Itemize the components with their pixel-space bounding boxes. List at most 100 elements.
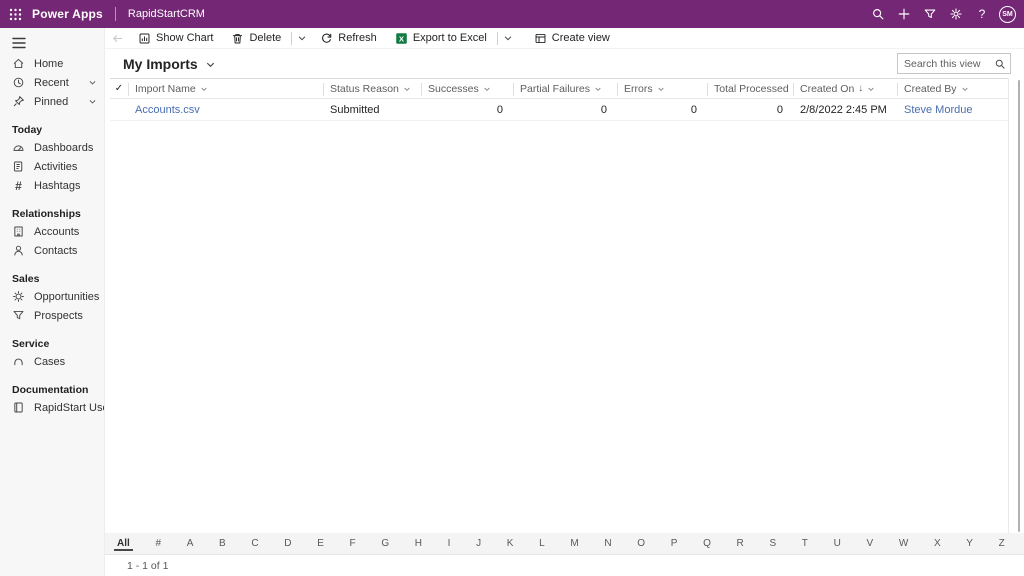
search-input[interactable] [898,55,988,72]
scrollbar-thumb[interactable] [1018,80,1020,532]
jump-letter[interactable]: A [184,537,197,550]
column-header-created-on[interactable]: Created On ↓ [793,79,897,98]
table-row[interactable]: Accounts.csv Submitted 0 0 0 0 2/8/2022 … [110,99,1008,121]
waffle-icon[interactable] [0,0,30,28]
vertical-scrollbar[interactable] [1008,78,1024,560]
command-bar: Show Chart Delete Refresh X Export to Ex… [105,28,1024,49]
column-header-status-reason[interactable]: Status Reason [323,79,421,98]
delete-more-chevron-icon[interactable] [293,28,311,49]
jump-letter[interactable]: L [536,537,548,550]
jump-letter[interactable]: W [896,537,911,550]
cell-import-name[interactable]: Accounts.csv [128,99,323,120]
column-label: Created On [800,83,854,95]
create-view-button[interactable]: Create view [525,28,619,49]
jump-letter[interactable]: M [567,537,581,550]
sidebar-section-relationships: Relationships [0,205,104,222]
sidebar-section-service: Service [0,335,104,352]
back-arrow-icon[interactable] [105,32,129,45]
sidebar-item-label: Cases [34,356,65,368]
jump-letter[interactable]: S [766,537,779,550]
row-checkbox[interactable] [110,99,128,120]
sidebar-item-contacts[interactable]: Contacts [0,241,104,260]
jump-letter[interactable]: Q [700,537,714,550]
cell-status-reason: Submitted [323,99,421,120]
add-icon[interactable] [891,0,917,28]
column-label: Total Processed [714,83,789,95]
refresh-button[interactable]: Refresh [311,28,386,49]
jump-letter[interactable]: V [863,537,876,550]
sidebar-item-rapidstart-user[interactable]: RapidStart User [0,398,104,417]
avatar[interactable]: SM [999,6,1016,23]
settings-gear-icon[interactable] [943,0,969,28]
jump-letter[interactable]: E [314,537,327,550]
environment-name[interactable]: RapidStartCRM [128,8,205,20]
jump-letter[interactable]: G [378,537,392,550]
search-icon[interactable] [865,0,891,28]
jump-all[interactable]: All [114,537,133,551]
chevron-down-icon [657,85,665,93]
sidebar-item-hashtags[interactable]: # Hashtags [0,176,104,195]
excel-icon: X [395,32,408,45]
export-to-excel-button[interactable]: X Export to Excel [386,28,496,49]
column-header-total-processed[interactable]: Total Processed [707,79,793,98]
filter-icon[interactable] [917,0,943,28]
alphabet-jump-bar: All # A B C D E F G H I J K L M N O P Q … [105,533,1024,554]
sidebar-item-cases[interactable]: Cases [0,352,104,371]
sidebar-item-recent[interactable]: Recent [0,73,104,92]
column-header-errors[interactable]: Errors [617,79,707,98]
delete-button[interactable]: Delete [222,28,290,49]
chart-icon [138,32,151,45]
search-icon[interactable] [994,58,1006,70]
jump-letter[interactable]: U [831,537,844,550]
column-header-successes[interactable]: Successes [421,79,513,98]
delete-label: Delete [249,32,281,44]
sidebar-item-label: Hashtags [34,180,80,192]
jump-letter[interactable]: Z [996,537,1008,550]
jump-letter[interactable]: D [281,537,294,550]
divider [291,32,292,45]
main-content: Show Chart Delete Refresh X Export to Ex… [105,28,1024,576]
jump-letter[interactable]: C [248,537,261,550]
data-grid: ✓ Import Name Status Reason Successes Pa… [110,78,1008,121]
jump-letter[interactable]: N [601,537,614,550]
column-label: Created By [904,83,957,95]
chevron-down-icon[interactable] [88,97,97,106]
sidebar-item-opportunities[interactable]: Opportunities [0,287,104,306]
sidebar-item-activities[interactable]: Activities [0,157,104,176]
jump-hash[interactable]: # [152,537,164,550]
help-icon[interactable]: ? [969,0,995,28]
jump-letter[interactable]: P [668,537,681,550]
view-selector[interactable]: My Imports [123,56,216,72]
jump-letter[interactable]: X [931,537,944,550]
select-all-checkbox[interactable]: ✓ [110,79,128,98]
clock-icon [12,76,25,89]
book-icon [12,401,25,414]
jump-letter[interactable]: B [216,537,229,550]
jump-letter[interactable]: H [412,537,425,550]
column-header-created-by[interactable]: Created By [897,79,1008,98]
cell-created-by[interactable]: Steve Mordue [897,99,1008,120]
column-header-import-name[interactable]: Import Name [128,79,323,98]
sidebar-item-prospects[interactable]: Prospects [0,306,104,325]
app-name[interactable]: Power Apps [32,7,103,21]
jump-letter[interactable]: I [445,537,454,550]
show-chart-button[interactable]: Show Chart [129,28,222,49]
sidebar-item-accounts[interactable]: Accounts [0,222,104,241]
jump-letter[interactable]: O [634,537,648,550]
export-more-chevron-icon[interactable] [499,28,517,49]
jump-letter[interactable]: K [504,537,517,550]
jump-letter[interactable]: F [347,537,359,550]
sidebar-item-pinned[interactable]: Pinned [0,92,104,111]
jump-letter[interactable]: J [473,537,484,550]
sidebar-item-home[interactable]: Home [0,54,104,73]
column-header-partial-failures[interactable]: Partial Failures [513,79,617,98]
chevron-down-icon[interactable] [88,78,97,87]
sitemap-toggle-icon[interactable] [0,32,104,54]
jump-letter[interactable]: Y [963,537,976,550]
cell-total-processed: 0 [707,99,793,120]
chevron-down-icon [200,85,208,93]
jump-letter[interactable]: T [799,537,811,550]
sidebar-item-label: Accounts [34,226,79,238]
jump-letter[interactable]: R [734,537,747,550]
sidebar-item-dashboards[interactable]: Dashboards [0,138,104,157]
